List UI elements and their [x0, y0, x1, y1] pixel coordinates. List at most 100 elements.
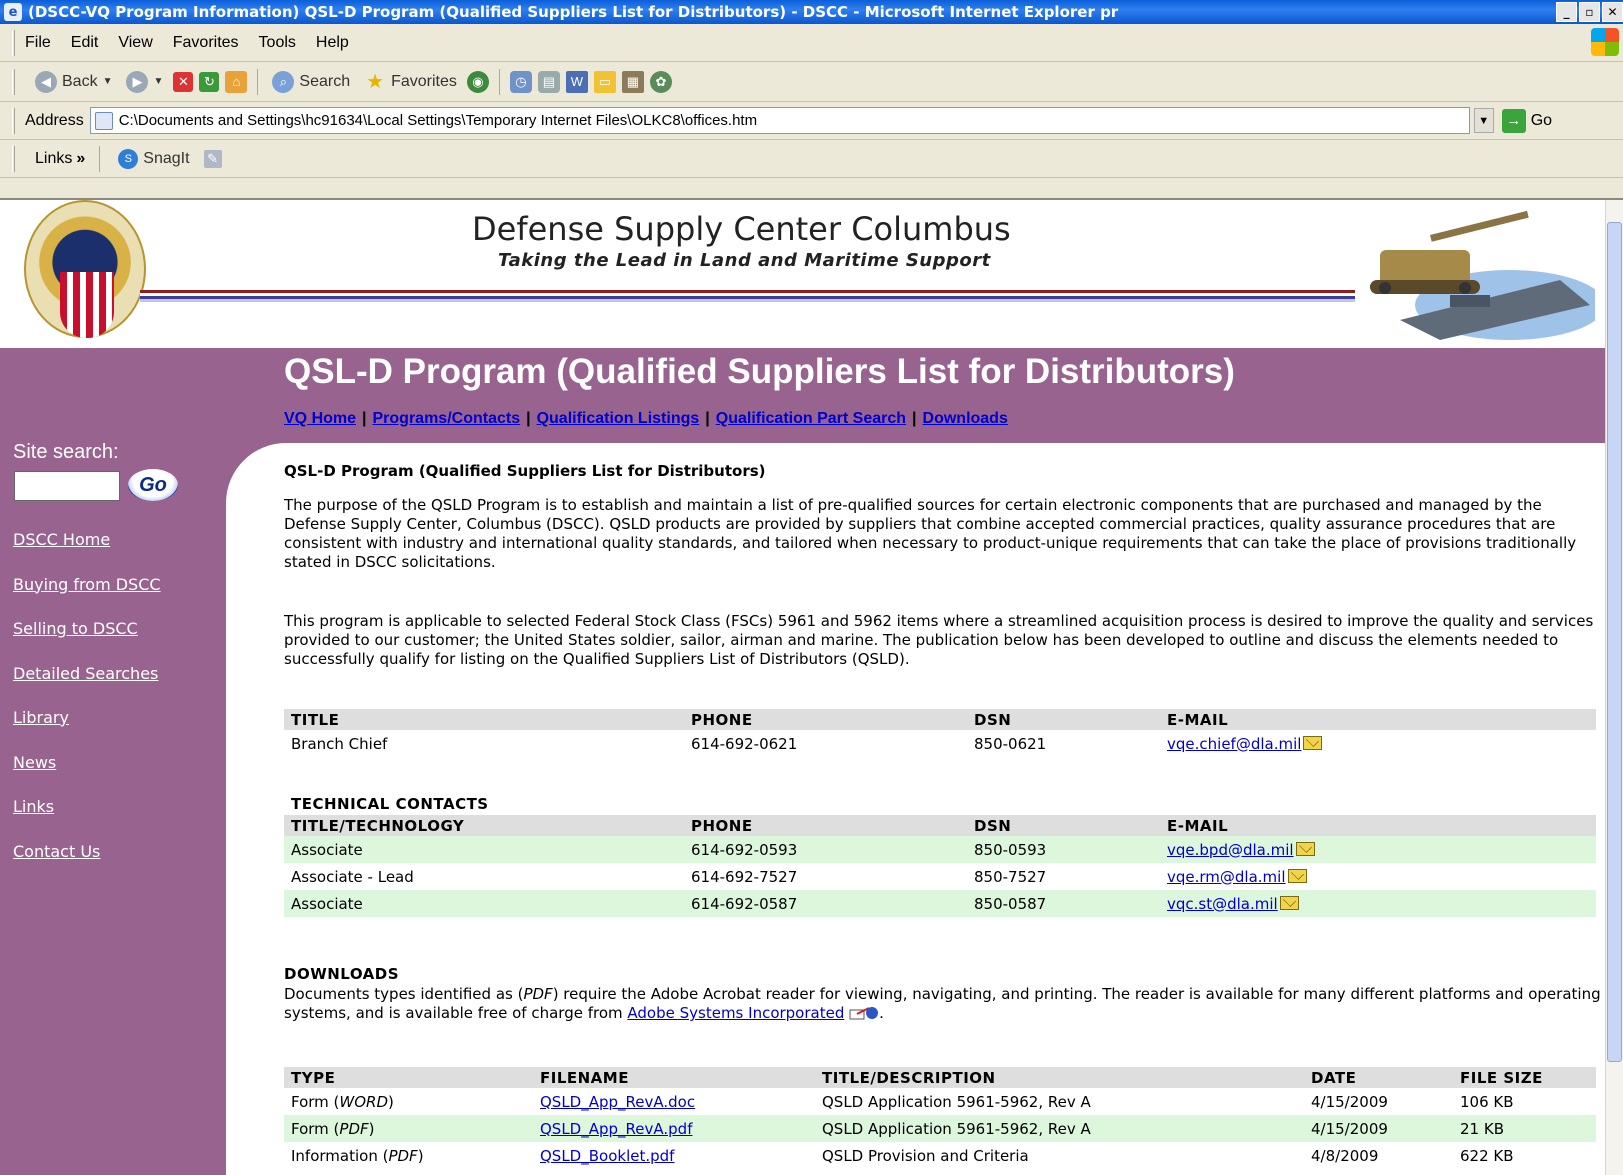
file-link[interactable]: QSLD_App_RevA.pdf [540, 1120, 692, 1138]
table-header-row: TITLE/TECHNOLOGY PHONE DSN E-MAIL [284, 815, 1596, 836]
subnav-qualification-part-search[interactable]: Qualification Part Search [716, 410, 906, 427]
windows-logo-icon [1591, 28, 1619, 56]
history-icon[interactable]: ◷ [509, 70, 532, 93]
toolbar-grip[interactable] [12, 68, 15, 95]
contact-dsn: 850-0621 [974, 734, 1047, 753]
site-header: Defense Supply Center Columbus Taking th… [0, 200, 1605, 348]
sidebar-link-selling[interactable]: Selling to DSCC [13, 619, 161, 664]
sidebar-link-links[interactable]: Links [13, 797, 161, 842]
close-button[interactable]: ✕ [1602, 2, 1623, 22]
media-icon[interactable]: ◉ [466, 70, 489, 93]
contact-title: Associate [284, 836, 684, 863]
file-name-cell: QSLD_Booklet.pdf [533, 1142, 815, 1169]
site-search-go-button[interactable]: Go [128, 469, 178, 501]
scrollbar-thumb[interactable] [1607, 222, 1622, 1062]
column-header: PHONE [684, 709, 967, 730]
email-link[interactable]: vqc.st@dla.mil [1167, 895, 1278, 913]
page-icon [94, 111, 113, 130]
refresh-icon[interactable]: ↻ [199, 71, 220, 92]
contact-title: Branch Chief [291, 734, 388, 753]
snagit-options-icon[interactable]: ✎ [203, 149, 222, 168]
envelope-icon[interactable] [1295, 841, 1315, 856]
envelope-icon[interactable] [1287, 868, 1307, 883]
sidebar-link-contact-us[interactable]: Contact Us [13, 842, 161, 887]
word-icon[interactable]: W [565, 70, 588, 93]
military-vehicles-image [1370, 210, 1595, 340]
contact-dsn: 850-7527 [974, 867, 1047, 886]
subnav-qualification-listings[interactable]: Qualification Listings [537, 410, 700, 427]
favorites-button[interactable]: ★ Favorites [360, 71, 461, 93]
applicability-paragraph: This program is applicable to selected F… [284, 612, 1594, 668]
sidebar-link-detailed-searches[interactable]: Detailed Searches [13, 664, 161, 709]
snagit-button[interactable]: S SnagIt [114, 148, 193, 169]
stop-icon[interactable]: ✕ [173, 71, 194, 92]
file-link[interactable]: QSLD_Booklet.pdf [540, 1147, 674, 1165]
file-link[interactable]: QSLD_App_RevA.doc [540, 1093, 695, 1111]
sidebar-link-library[interactable]: Library [13, 708, 161, 753]
menu-view[interactable]: View [118, 34, 152, 52]
sidebar-link-news[interactable]: News [13, 753, 161, 798]
forward-dropdown-icon[interactable]: ▼ [153, 76, 163, 87]
back-button[interactable]: ◀ Back ▼ [31, 70, 116, 93]
window-title: (DSCC-VQ Program Information) QSL-D Prog… [28, 3, 1119, 21]
research-icon[interactable]: ▦ [621, 70, 644, 93]
menu-file[interactable]: File [25, 34, 51, 52]
sidebar-link-buying[interactable]: Buying from DSCC [13, 575, 161, 620]
file-description: QSLD Application 5961-5962, Rev A [822, 1092, 1091, 1111]
back-label: Back [62, 72, 98, 90]
address-input[interactable]: C:\Documents and Settings\hc91634\Local … [89, 107, 1470, 134]
menubar-grip[interactable] [12, 29, 15, 56]
email-link[interactable]: vqe.rm@dla.mil [1167, 868, 1286, 886]
email-link[interactable]: vqe.chief@dla.mil [1167, 735, 1301, 753]
dla-seal-logo [24, 200, 146, 338]
menu-edit[interactable]: Edit [71, 34, 99, 52]
contact-email-cell: vqe.bpd@dla.mil [1160, 836, 1596, 863]
go-arrow-icon: → [1501, 108, 1526, 133]
go-button[interactable]: → Go [1501, 108, 1552, 133]
sidebar-link-dscc-home[interactable]: DSCC Home [13, 530, 161, 575]
table-row: Form (WORD) QSLD_App_RevA.doc QSLD Appli… [284, 1088, 1596, 1115]
menu-help[interactable]: Help [316, 34, 349, 52]
subnav-vq-home[interactable]: VQ Home [284, 410, 356, 427]
search-icon: ⌕ [272, 70, 295, 93]
file-name-cell: QSLD_App_RevA.pdf [533, 1115, 815, 1142]
envelope-icon[interactable] [1279, 895, 1299, 910]
search-button[interactable]: ⌕ Search [268, 70, 354, 93]
subnav-programs-contacts[interactable]: Programs/Contacts [373, 410, 521, 427]
links-label[interactable]: Links [35, 150, 72, 168]
messenger-icon[interactable]: ✿ [649, 70, 672, 93]
menu-tools[interactable]: Tools [259, 34, 296, 52]
forward-button[interactable]: ▶ ▼ [122, 70, 167, 93]
adobe-link[interactable]: Adobe Systems Incorporated [627, 1004, 844, 1022]
subnav-downloads[interactable]: Downloads [923, 410, 1008, 427]
table-row: Information (PDF) QSLD_Booklet.pdf QSLD … [284, 1142, 1596, 1169]
file-type: Form (PDF) [284, 1115, 533, 1142]
menu-favorites[interactable]: Favorites [173, 34, 239, 52]
address-bar: Address C:\Documents and Settings\hc9163… [0, 102, 1623, 140]
home-icon[interactable]: ⌂ [225, 70, 248, 93]
file-type: Form (WORD) [284, 1088, 533, 1115]
folder-icon[interactable]: ▭ [593, 70, 616, 93]
envelope-icon[interactable] [1303, 735, 1323, 750]
address-dropdown-icon[interactable]: ▼ [1473, 108, 1494, 133]
links-chevron-icon[interactable]: » [76, 150, 85, 168]
vertical-scrollbar[interactable] [1605, 200, 1623, 1175]
column-header: TITLE/DESCRIPTION [815, 1067, 1304, 1088]
address-grip[interactable] [12, 107, 15, 134]
column-header: DATE [1304, 1067, 1453, 1088]
standard-toolbar: ◀ Back ▼ ▶ ▼ ✕ ↻ ⌂ ⌕ Search ★ Favorites … [0, 62, 1623, 102]
print-icon[interactable]: ▤ [537, 70, 560, 93]
site-search-input[interactable] [14, 471, 120, 501]
maximize-button[interactable]: ▫ [1579, 2, 1600, 22]
file-date: 4/15/2009 [1304, 1115, 1453, 1142]
email-link[interactable]: vqe.bpd@dla.mil [1167, 841, 1294, 859]
address-url: C:\Documents and Settings\hc91634\Local … [118, 112, 758, 129]
links-grip[interactable] [12, 145, 15, 172]
column-header: TYPE [284, 1067, 533, 1088]
external-link-icon[interactable] [849, 1005, 879, 1021]
file-type-label: Information ( [291, 1146, 389, 1165]
seal-shield [60, 254, 114, 338]
back-dropdown-icon[interactable]: ▼ [103, 76, 113, 87]
minimize-button[interactable]: _ [1556, 2, 1577, 22]
file-size: 106 KB [1460, 1092, 1514, 1111]
